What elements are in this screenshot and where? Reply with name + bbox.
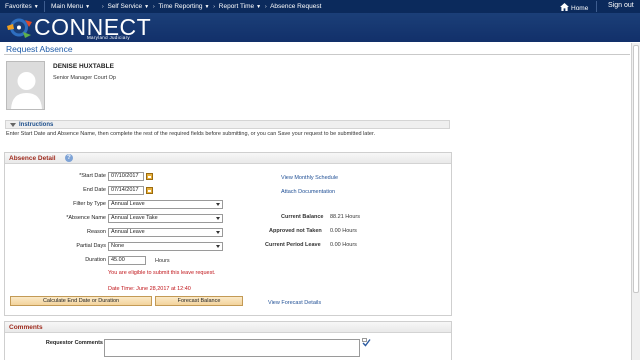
- comments-header: Comments: [5, 322, 451, 333]
- caret-down-icon: ▼: [204, 4, 210, 10]
- forecast-balance-button[interactable]: Forecast Balance: [155, 296, 243, 306]
- current-balance-label: Current Balance: [281, 214, 324, 220]
- absence-detail-section: Absence Detail ?: [4, 152, 452, 316]
- end-date-input[interactable]: 07/14/2017: [108, 186, 144, 195]
- absence-detail-header: Absence Detail ?: [5, 153, 451, 164]
- instructions-text: Enter Start Date and Absence Name, then …: [6, 131, 376, 137]
- employee-title: Senior Manager Court Op: [53, 75, 116, 81]
- absence-name-select[interactable]: Annual Leave Take: [108, 214, 223, 223]
- approved-not-taken-value: 0.00 Hours: [330, 228, 357, 234]
- partial-days-value: None: [111, 243, 125, 249]
- absence-name-label: *Absence Name: [66, 215, 106, 221]
- dropdown-arrow-icon: [216, 231, 220, 234]
- favorites-menu[interactable]: Favorites ▼: [5, 3, 39, 10]
- datetime-message: Date Time: June 28,2017 at 12:40: [108, 286, 191, 292]
- current-period-leave-value: 0.00 Hours: [330, 242, 357, 248]
- breadcrumb-time-reporting[interactable]: Time Reporting: [158, 3, 202, 10]
- top-menu-bar: Favorites ▼ Main Menu ▼ › Self Service ▼ › …: [0, 0, 640, 13]
- filter-type-value: Annual Leave: [111, 201, 145, 207]
- employee-name: DENISE HUXTABLE: [53, 63, 114, 70]
- caret-down-icon: ▼: [85, 4, 91, 10]
- breadcrumb-report-time[interactable]: Report Time: [219, 3, 254, 10]
- requestor-comments-label: Requestor Comments: [45, 340, 103, 346]
- absence-name-value: Annual Leave Take: [111, 215, 158, 221]
- vertical-scrollbar[interactable]: [631, 43, 640, 360]
- reason-select[interactable]: Annual Leave: [108, 228, 223, 237]
- breadcrumb: › Self Service ▼ › Time Reporting ▼ › Repo…: [100, 3, 321, 10]
- view-forecast-details-link[interactable]: View Forecast Details: [268, 300, 321, 306]
- spell-check-icon[interactable]: [362, 338, 371, 347]
- reason-label: Reason: [87, 229, 106, 235]
- home-link[interactable]: Home: [560, 3, 588, 12]
- breadcrumb-arrow-icon: ›: [102, 4, 104, 10]
- home-icon: [560, 3, 569, 11]
- dropdown-arrow-icon: [216, 217, 220, 220]
- nav-divider: [596, 1, 597, 12]
- filter-type-select[interactable]: Annual Leave: [108, 200, 223, 209]
- calculate-end-date-button[interactable]: Calculate End Date or Duration: [10, 296, 152, 306]
- breadcrumb-self-service[interactable]: Self Service: [107, 3, 142, 10]
- filter-type-label: Filter by Type: [73, 201, 106, 207]
- duration-label: Duration: [85, 257, 106, 263]
- logo-banner: CONNECT Maryland Judiciary: [0, 13, 640, 42]
- attach-documentation-link[interactable]: Attach Documentation: [281, 189, 335, 195]
- caret-down-icon: ▼: [144, 4, 150, 10]
- home-label: Home: [571, 5, 589, 12]
- breadcrumb-arrow-icon: ›: [152, 4, 155, 10]
- favorites-label: Favorites: [5, 3, 32, 10]
- partial-days-select[interactable]: None: [108, 242, 223, 251]
- breadcrumb-absence-request: Absence Request: [270, 3, 322, 10]
- main-menu-label: Main Menu: [51, 3, 84, 10]
- end-date-label: End Date: [83, 187, 106, 193]
- logo-subtitle: Maryland Judiciary: [87, 35, 130, 40]
- requestor-comments-field[interactable]: [104, 339, 360, 357]
- instructions-header-label: Instructions: [19, 122, 54, 128]
- calendar-icon[interactable]: [146, 187, 153, 194]
- scrollbar-thumb[interactable]: [633, 45, 639, 293]
- partial-days-label: Partial Days: [76, 243, 106, 249]
- breadcrumb-arrow-icon: ›: [264, 4, 267, 10]
- current-period-leave-label: Current Period Leave: [265, 242, 321, 248]
- nav-divider: [44, 1, 45, 12]
- collapse-triangle-icon: [10, 123, 16, 127]
- caret-down-icon: ▼: [256, 4, 262, 10]
- breadcrumb-arrow-icon: ›: [213, 4, 215, 10]
- dropdown-arrow-icon: [216, 203, 220, 206]
- connect-logo-icon: [7, 18, 32, 38]
- help-icon[interactable]: ?: [65, 154, 73, 162]
- absence-detail-title: Absence Detail: [9, 155, 56, 162]
- main-menu[interactable]: Main Menu ▼: [51, 3, 90, 10]
- page-title: Request Absence: [6, 44, 73, 54]
- duration-unit: Hours: [155, 258, 170, 264]
- current-balance-value: 88.21 Hours: [330, 214, 360, 220]
- duration-input[interactable]: 45.00: [108, 256, 146, 265]
- instructions-header[interactable]: Instructions: [5, 120, 450, 129]
- avatar: [6, 61, 45, 110]
- person-silhouette-icon: [7, 62, 44, 109]
- dropdown-arrow-icon: [216, 245, 220, 248]
- approved-not-taken-label: Approved not Taken: [269, 228, 322, 234]
- comments-title: Comments: [9, 324, 43, 331]
- sign-out-link[interactable]: Sign out: [608, 2, 634, 9]
- title-divider: [4, 54, 630, 55]
- start-date-input[interactable]: 07/10/2017: [108, 172, 144, 181]
- eligibility-message: You are eligible to submit this leave re…: [108, 270, 216, 276]
- calendar-icon[interactable]: [146, 173, 153, 180]
- view-monthly-schedule-link[interactable]: View Monthly Schedule: [281, 175, 338, 181]
- caret-down-icon: ▼: [33, 4, 39, 10]
- start-date-label: *Start Date: [79, 173, 106, 179]
- reason-value: Annual Leave: [111, 229, 145, 235]
